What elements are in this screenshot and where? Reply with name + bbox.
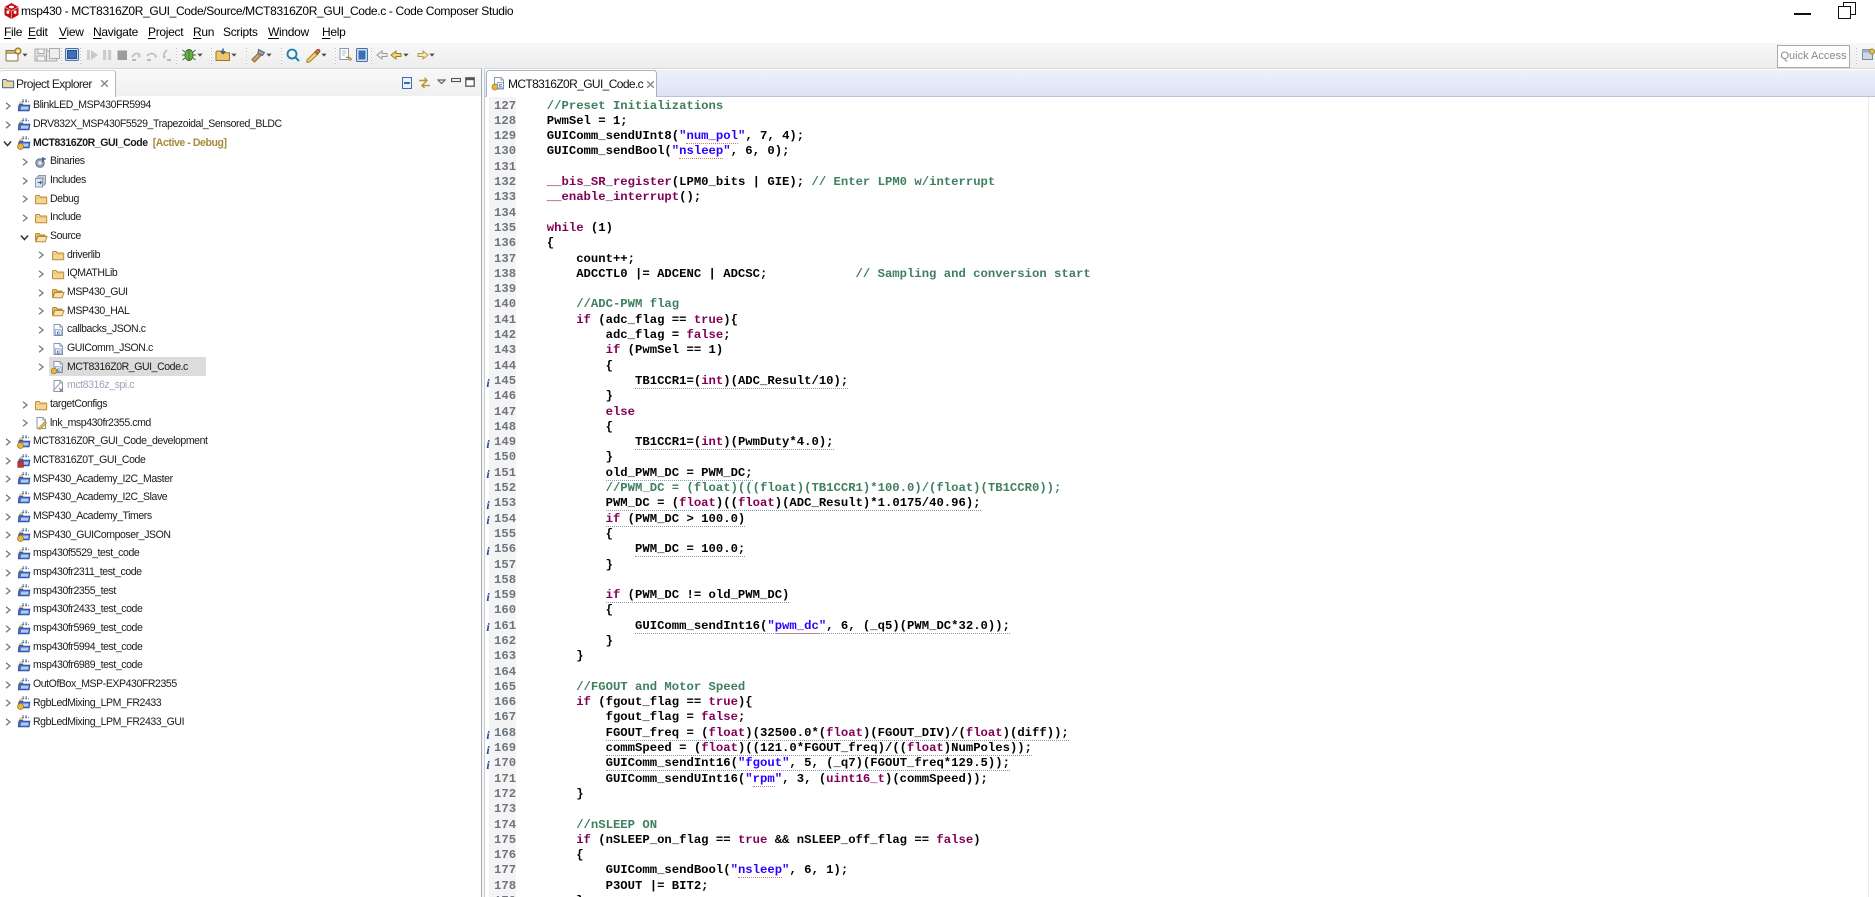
svg-text:c: c bbox=[57, 330, 60, 336]
svg-text:c: c bbox=[499, 83, 502, 89]
svg-text:c: c bbox=[57, 349, 60, 355]
svg-text:c: c bbox=[57, 368, 60, 374]
